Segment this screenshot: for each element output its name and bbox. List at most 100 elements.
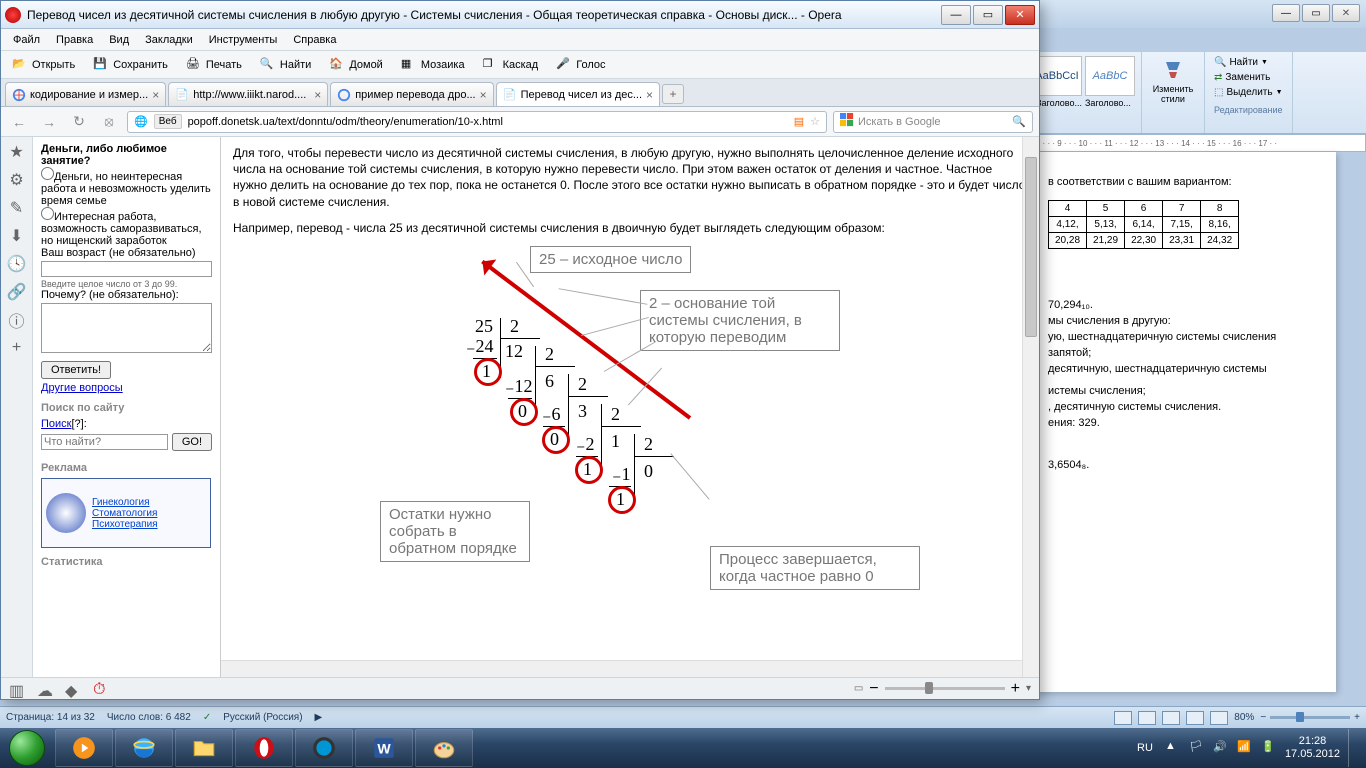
browser-tab[interactable]: пример перевода дро...× (330, 82, 493, 106)
word-document[interactable]: в соответствии с вашим вариантом: 45678 … (1036, 152, 1336, 692)
word-count[interactable]: Число слов: 6 482 (107, 712, 191, 723)
spellcheck-icon[interactable]: ✓ (203, 712, 211, 723)
close-button[interactable]: ✕ (1005, 5, 1035, 25)
fullscreen-view[interactable] (1138, 711, 1156, 725)
why-textarea[interactable] (41, 303, 212, 353)
replace-button[interactable]: ⇄ Заменить (1211, 71, 1273, 84)
task-paint[interactable] (415, 729, 473, 767)
star-icon[interactable]: ☆ (810, 115, 820, 128)
zoom-slider[interactable]: −+ (1260, 712, 1360, 723)
task-wmp[interactable] (55, 729, 113, 767)
downloads-panel-icon[interactable]: ⬇ (8, 227, 26, 245)
draft-view[interactable] (1210, 711, 1228, 725)
style-preview[interactable]: AaBbC (1085, 56, 1135, 96)
word-close-button[interactable]: ✕ (1332, 4, 1360, 22)
fit-icon[interactable]: ▭ (854, 683, 863, 694)
tab-close-icon[interactable]: × (152, 88, 159, 102)
poll-option-radio[interactable] (41, 207, 54, 220)
task-word[interactable]: W (355, 729, 413, 767)
turbo-icon[interactable]: ⏱ (93, 681, 109, 697)
forward-button[interactable]: → (37, 111, 61, 133)
other-questions-link[interactable]: Другие вопросы (41, 382, 123, 394)
ad-banner[interactable]: Гинекология Стоматология Психотерапия (41, 478, 211, 548)
record-macro-icon[interactable]: ▶ (315, 712, 323, 723)
new-tab-button[interactable]: + (662, 84, 684, 104)
search-dropdown-icon[interactable]: 🔍 (1012, 115, 1026, 128)
info-panel-icon[interactable]: ⓘ (8, 311, 26, 329)
task-hp[interactable] (295, 729, 353, 767)
browser-tab-active[interactable]: 📄 Перевод чисел из дес...× (496, 82, 660, 106)
find-button[interactable]: 🔍Найти (253, 54, 318, 76)
opera-titlebar[interactable]: Перевод чисел из десятичной системы счис… (1, 1, 1039, 29)
add-panel-icon[interactable]: + (8, 339, 26, 357)
tab-close-icon[interactable]: × (314, 88, 321, 102)
reload-button[interactable]: ↻ (67, 111, 91, 133)
show-hidden-icon[interactable]: ▲ (1165, 740, 1181, 756)
page-indicator[interactable]: Страница: 14 из 32 (6, 712, 95, 723)
task-explorer[interactable] (175, 729, 233, 767)
cascade-button[interactable]: ❐Каскад (476, 54, 546, 76)
unite-icon[interactable]: ◆ (65, 681, 81, 697)
history-panel-icon[interactable]: 🕓 (8, 255, 26, 273)
bookmarks-panel-icon[interactable]: ★ (8, 143, 26, 161)
address-bar[interactable]: 🌐 Веб popoff.donetsk.ua/text/donntu/odm/… (127, 111, 827, 133)
menu-file[interactable]: Файл (7, 32, 46, 48)
power-icon[interactable]: 🔋 (1261, 740, 1277, 756)
change-styles-button[interactable]: Изменить стили (1148, 56, 1198, 106)
show-desktop-button[interactable] (1348, 729, 1358, 767)
back-button[interactable]: ← (7, 111, 31, 133)
save-button[interactable]: 💾Сохранить (86, 54, 175, 76)
web-layout-view[interactable] (1162, 711, 1180, 725)
tile-button[interactable]: ▦Мозаика (394, 54, 472, 76)
clock[interactable]: 21:28 17.05.2012 (1285, 735, 1340, 761)
word-restore-button[interactable]: ▭ (1302, 4, 1330, 22)
go-button[interactable]: GO! (172, 433, 212, 451)
panel-toggle-icon[interactable]: ▥ (9, 681, 25, 697)
find-button[interactable]: 🔍 Найти▼ (1211, 56, 1271, 69)
search-link[interactable]: Поиск (41, 418, 71, 430)
maximize-button[interactable]: ▭ (973, 5, 1003, 25)
open-button[interactable]: 📂Открыть (5, 54, 82, 76)
browser-tab[interactable]: 📄 http://www.iiikt.narod....× (168, 82, 328, 106)
poll-option-radio[interactable] (41, 167, 54, 180)
select-button[interactable]: ⬚ Выделить▼ (1211, 86, 1286, 99)
word-ruler[interactable]: · 8 · · · 9 · · · 10 · · · 11 · · · 12 ·… (1026, 134, 1366, 152)
zoom-slider[interactable] (885, 687, 1005, 690)
task-ie[interactable] (115, 729, 173, 767)
horizontal-scrollbar[interactable] (221, 660, 1022, 677)
menu-bookmarks[interactable]: Закладки (139, 32, 199, 48)
zoom-in-icon[interactable]: + (1011, 680, 1020, 698)
zoom-out-icon[interactable]: − (869, 680, 878, 698)
minimize-button[interactable]: — (941, 5, 971, 25)
age-input[interactable] (41, 261, 212, 277)
outline-view[interactable] (1186, 711, 1204, 725)
word-minimize-button[interactable]: — (1272, 4, 1300, 22)
network-icon[interactable]: 📶 (1237, 740, 1253, 756)
links-panel-icon[interactable]: 🔗 (8, 283, 26, 301)
submit-button[interactable]: Ответить! (41, 361, 111, 379)
home-button[interactable]: 🏠Домой (322, 54, 390, 76)
language-bar[interactable]: RU (1133, 740, 1157, 756)
stop-button[interactable]: ⦻ (97, 111, 121, 133)
menu-help[interactable]: Справка (287, 32, 342, 48)
language-indicator[interactable]: Русский (Россия) (223, 712, 302, 723)
task-opera[interactable] (235, 729, 293, 767)
volume-icon[interactable]: 🔊 (1213, 740, 1229, 756)
tab-close-icon[interactable]: × (480, 88, 487, 102)
widgets-panel-icon[interactable]: ⚙ (8, 171, 26, 189)
notes-panel-icon[interactable]: ✎ (8, 199, 26, 217)
site-search-input[interactable] (41, 434, 168, 450)
browser-tab[interactable]: кодирование и измер...× (5, 82, 166, 106)
view-mode-icon[interactable]: ▾ (1026, 683, 1031, 694)
action-center-icon[interactable]: 🏳 (1189, 740, 1205, 756)
menu-edit[interactable]: Правка (50, 32, 99, 48)
voice-button[interactable]: 🎤Голос (549, 54, 612, 76)
menu-view[interactable]: Вид (103, 32, 135, 48)
rss-icon[interactable]: ▤ (794, 115, 804, 128)
tab-close-icon[interactable]: × (646, 88, 653, 102)
vertical-scrollbar[interactable] (1022, 137, 1039, 677)
print-button[interactable]: 🖨Печать (179, 54, 249, 76)
zoom-percent[interactable]: 80% (1234, 712, 1254, 723)
search-field[interactable]: Искать в Google 🔍 (833, 111, 1033, 133)
menu-tools[interactable]: Инструменты (203, 32, 284, 48)
